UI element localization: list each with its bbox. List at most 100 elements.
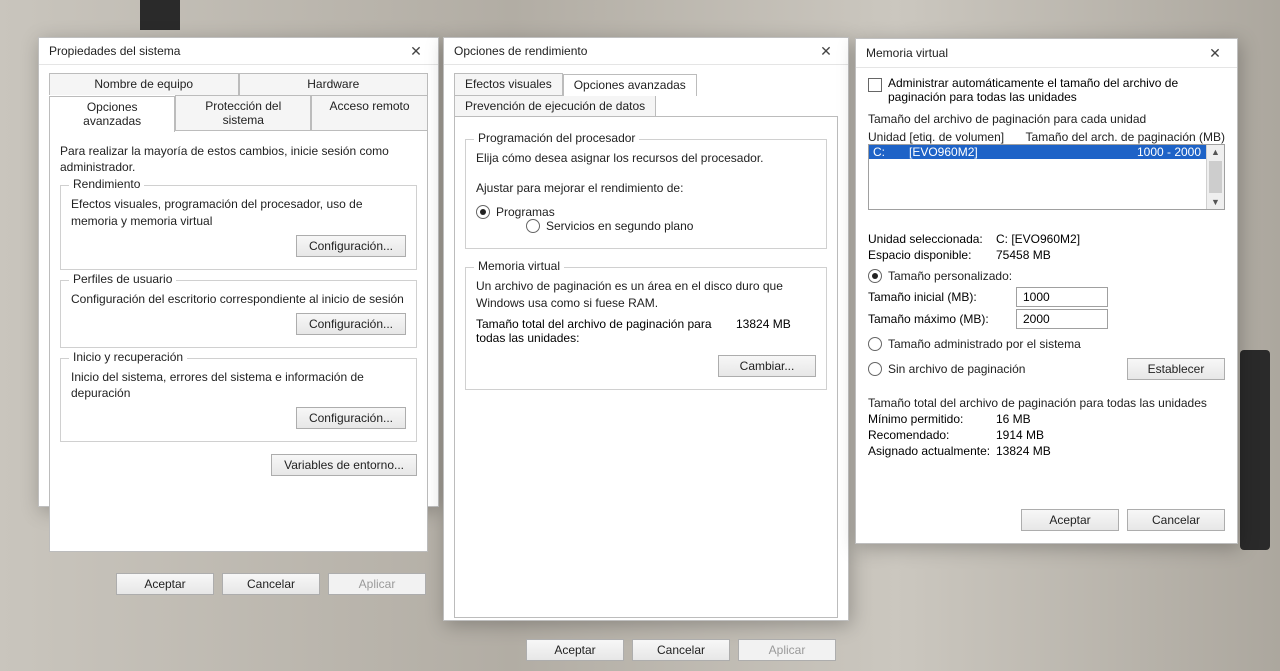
performance-options-window: Opciones de rendimiento ✕ Efectos visual… xyxy=(443,37,849,621)
radio-programs[interactable]: Programas xyxy=(476,205,555,219)
performance-desc: Efectos visuales, programación del proce… xyxy=(71,196,406,228)
tab-panel-advanced: Para realizar la mayoría de estos cambio… xyxy=(49,130,428,552)
vm-change-button[interactable]: Cambiar... xyxy=(718,355,816,377)
row-label: [EVO960M2] xyxy=(909,145,1114,159)
scroll-thumb[interactable] xyxy=(1209,161,1222,193)
selected-drive-label: Unidad seleccionada: xyxy=(868,232,996,246)
legend-performance: Rendimiento xyxy=(69,177,144,191)
vm-total-label: Tamaño total del archivo de paginación p… xyxy=(476,317,736,345)
drives-listbox[interactable]: C: [EVO960M2] 1000 - 2000 ▲ ▼ xyxy=(868,144,1225,210)
apply-button[interactable]: Aplicar xyxy=(738,639,836,661)
tab-hardware[interactable]: Hardware xyxy=(239,73,429,95)
legend-vm: Memoria virtual xyxy=(474,259,564,273)
checkbox-box-icon xyxy=(868,78,882,92)
totals-title: Tamaño total del archivo de paginación p… xyxy=(868,396,1225,410)
scroll-down-icon[interactable]: ▼ xyxy=(1211,195,1220,209)
cur-value: 13824 MB xyxy=(996,444,1051,458)
legend-profiles: Perfiles de usuario xyxy=(69,272,176,286)
titlebar[interactable]: Memoria virtual ✕ xyxy=(856,39,1237,68)
startup-desc: Inicio del sistema, errores del sistema … xyxy=(71,369,406,401)
radio-system-managed[interactable]: Tamaño administrado por el sistema xyxy=(868,337,1081,351)
col-size: Tamaño del arch. de paginación (MB) xyxy=(1012,130,1225,144)
apply-button[interactable]: Aplicar xyxy=(328,573,426,595)
selected-drive-value: C: [EVO960M2] xyxy=(996,232,1080,246)
scrollbar[interactable]: ▲ ▼ xyxy=(1206,145,1224,209)
space-value: 75458 MB xyxy=(996,248,1051,262)
processor-desc: Elija cómo desea asignar los recursos de… xyxy=(476,150,816,166)
tabs: Nombre de equipo Hardware Opciones avanz… xyxy=(49,73,428,131)
admin-note: Para realizar la mayoría de estos cambio… xyxy=(60,143,417,175)
ok-button[interactable]: Aceptar xyxy=(526,639,624,661)
row-drive: C: xyxy=(869,145,909,159)
fieldset-user-profiles: Perfiles de usuario Configuración del es… xyxy=(60,280,417,348)
radio-programs-label: Programas xyxy=(496,205,555,219)
window-title: Opciones de rendimiento xyxy=(454,44,806,58)
set-button[interactable]: Establecer xyxy=(1127,358,1225,380)
content: Efectos visuales Opciones avanzadas Prev… xyxy=(444,65,848,629)
min-value: 16 MB xyxy=(996,412,1031,426)
tab-visual-effects[interactable]: Efectos visuales xyxy=(454,73,563,95)
titlebar[interactable]: Propiedades del sistema ✕ xyxy=(39,38,438,65)
close-icon[interactable]: ✕ xyxy=(806,38,846,64)
list-item[interactable]: C: [EVO960M2] 1000 - 2000 xyxy=(869,145,1224,159)
cancel-button[interactable]: Cancelar xyxy=(1127,509,1225,531)
selected-drive-row: Unidad seleccionada: C: [EVO960M2] xyxy=(868,232,1225,246)
scroll-up-icon[interactable]: ▲ xyxy=(1211,145,1220,159)
vm-total-value: 13824 MB xyxy=(736,317,816,331)
cur-label: Asignado actualmente: xyxy=(868,444,996,458)
fieldset-processor-scheduling: Programación del procesador Elija cómo d… xyxy=(465,139,827,249)
radio-dot-icon xyxy=(476,205,490,219)
fieldset-startup: Inicio y recuperación Inicio del sistema… xyxy=(60,358,417,442)
performance-settings-button[interactable]: Configuración... xyxy=(296,235,406,257)
min-row: Mínimo permitido: 16 MB xyxy=(868,412,1225,426)
radio-system-label: Tamaño administrado por el sistema xyxy=(888,337,1081,351)
titlebar[interactable]: Opciones de rendimiento ✕ xyxy=(444,38,848,65)
tab-advanced[interactable]: Opciones avanzadas xyxy=(49,96,175,132)
tab-dep[interactable]: Prevención de ejecución de datos xyxy=(454,95,656,117)
virtual-memory-window: Memoria virtual ✕ Administrar automática… xyxy=(855,38,1238,544)
radio-dot-icon xyxy=(526,219,540,233)
adjust-label: Ajustar para mejorar el rendimiento de: xyxy=(476,180,816,196)
col-drive: Unidad [etiq. de volumen] xyxy=(868,130,1012,144)
tab-remote[interactable]: Acceso remoto xyxy=(311,95,428,131)
tab-protection[interactable]: Protección del sistema xyxy=(175,95,311,131)
radio-dot-icon xyxy=(868,362,882,376)
startup-settings-button[interactable]: Configuración... xyxy=(296,407,406,429)
list-header: Unidad [etiq. de volumen] Tamaño del arc… xyxy=(868,130,1225,144)
tab-computer-name[interactable]: Nombre de equipo xyxy=(49,73,239,95)
min-label: Mínimo permitido: xyxy=(868,412,996,426)
max-size-input[interactable] xyxy=(1016,309,1108,329)
tabs: Efectos visuales Opciones avanzadas Prev… xyxy=(454,73,838,117)
radio-services-label: Servicios en segundo plano xyxy=(546,219,693,233)
ok-button[interactable]: Aceptar xyxy=(1021,509,1119,531)
cur-row: Asignado actualmente: 13824 MB xyxy=(868,444,1225,458)
content: Nombre de equipo Hardware Opciones avanz… xyxy=(39,65,438,563)
close-icon[interactable]: ✕ xyxy=(1195,40,1235,66)
tab-advanced[interactable]: Opciones avanzadas xyxy=(563,74,697,96)
dialog-buttons: Aceptar Cancelar Aplicar xyxy=(444,629,848,671)
radio-custom-size[interactable]: Tamaño personalizado: xyxy=(868,269,1012,283)
cancel-button[interactable]: Cancelar xyxy=(222,573,320,595)
rec-value: 1914 MB xyxy=(996,428,1044,442)
dialog-buttons: Aceptar Cancelar xyxy=(856,499,1237,543)
radio-dot-icon xyxy=(868,337,882,351)
initial-size-row: Tamaño inicial (MB): xyxy=(868,287,1225,307)
environment-variables-button[interactable]: Variables de entorno... xyxy=(271,454,417,476)
initial-label: Tamaño inicial (MB): xyxy=(868,290,1016,304)
radio-dot-icon xyxy=(868,269,882,283)
fieldset-performance: Rendimiento Efectos visuales, programaci… xyxy=(60,185,417,269)
ok-button[interactable]: Aceptar xyxy=(116,573,214,595)
space-available-row: Espacio disponible: 75458 MB xyxy=(868,248,1225,262)
initial-size-input[interactable] xyxy=(1016,287,1108,307)
cancel-button[interactable]: Cancelar xyxy=(632,639,730,661)
close-icon[interactable]: ✕ xyxy=(396,38,436,64)
radio-no-paging[interactable]: Sin archivo de paginación xyxy=(868,362,1099,376)
radio-background-services[interactable]: Servicios en segundo plano xyxy=(526,219,693,233)
auto-manage-checkbox[interactable]: Administrar automáticamente el tamaño de… xyxy=(868,76,1225,104)
profiles-settings-button[interactable]: Configuración... xyxy=(296,313,406,335)
vm-desc: Un archivo de paginación es un área en e… xyxy=(476,278,816,310)
window-title: Propiedades del sistema xyxy=(49,44,396,58)
max-size-row: Tamaño máximo (MB): xyxy=(868,309,1225,329)
content: Administrar automáticamente el tamaño de… xyxy=(856,68,1237,460)
max-label: Tamaño máximo (MB): xyxy=(868,312,1016,326)
